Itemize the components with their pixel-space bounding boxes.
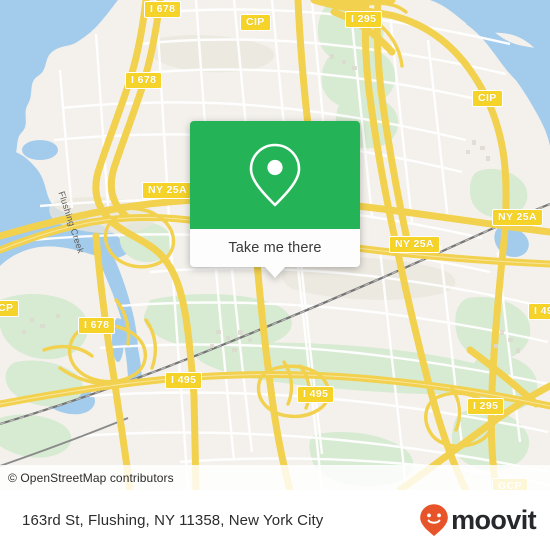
take-me-there-label: Take me there [228, 240, 322, 256]
moovit-wordmark: moovit [451, 504, 537, 535]
road-shield[interactable]: I 495 [165, 372, 203, 389]
footer-bar: 163rd St, Flushing, NY 11358, New York C… [0, 490, 550, 550]
moovit-map-page: Flushing Creek I 678 CIP I 295 I 678 CIP… [0, 0, 550, 550]
map-attribution-bar: © OpenStreetMap contributors [0, 465, 550, 490]
osm-attribution-text[interactable]: © OpenStreetMap contributors [0, 471, 174, 485]
moovit-smiley-pin-icon [420, 504, 448, 536]
location-callout-card[interactable]: Take me there [190, 121, 360, 278]
footer-content: 163rd St, Flushing, NY 11358, New York C… [0, 490, 550, 550]
map-canvas[interactable]: Flushing Creek I 678 CIP I 295 I 678 CIP… [0, 0, 550, 490]
road-shield[interactable]: CIP [472, 90, 503, 107]
callout-pointer-tail [265, 267, 285, 278]
moovit-brand[interactable]: moovit [419, 503, 537, 537]
callout-header [190, 121, 360, 229]
road-shield[interactable]: CP [0, 300, 20, 317]
road-shield[interactable]: I 678 [125, 72, 163, 89]
road-shield[interactable]: I 495 [528, 303, 550, 320]
road-shield[interactable]: I 678 [144, 1, 182, 18]
map-pin-icon [249, 143, 301, 207]
road-shield[interactable]: I 295 [345, 11, 383, 28]
road-shield[interactable]: NY 25A [492, 209, 543, 226]
road-shield[interactable]: NY 25A [389, 236, 440, 253]
address-label: 163rd St, Flushing, NY 11358, New York C… [22, 511, 324, 529]
road-shield[interactable]: NY 25A [142, 182, 193, 199]
road-shield[interactable]: CIP [240, 14, 271, 31]
road-shield[interactable]: I 678 [78, 317, 116, 334]
road-shield[interactable]: I 295 [467, 398, 505, 415]
callout-footer[interactable]: Take me there [190, 229, 360, 267]
road-shield[interactable]: I 495 [297, 386, 335, 403]
